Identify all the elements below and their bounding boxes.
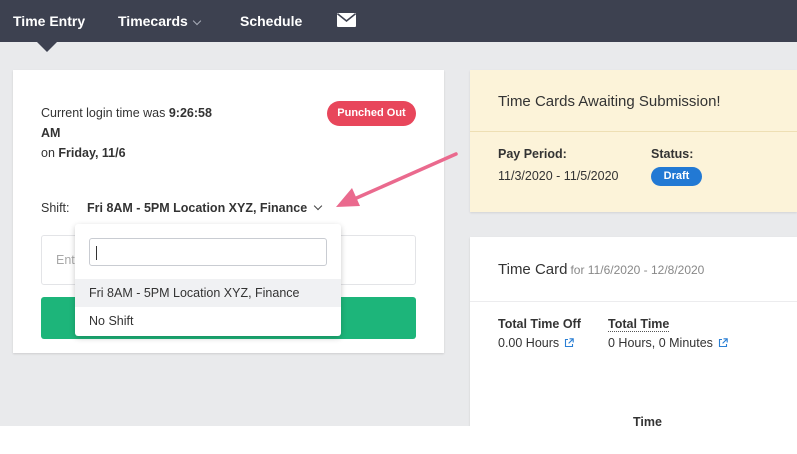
login-on: on xyxy=(41,146,59,160)
pay-period-value: 11/3/2020 - 11/5/2020 xyxy=(498,169,619,183)
dropdown-option[interactable]: No Shift xyxy=(75,307,341,335)
total-time-off-text: 0.00 Hours xyxy=(498,336,560,350)
nav-time-entry-label: Time Entry xyxy=(13,13,86,29)
external-link-icon[interactable] xyxy=(718,338,728,348)
nav-schedule[interactable]: Schedule xyxy=(240,13,302,29)
awaiting-title: Time Cards Awaiting Submission! xyxy=(498,93,721,110)
shift-dropdown: Fri 8AM - 5PM Location XYZ, Finance No S… xyxy=(75,224,341,336)
awaiting-submission-card: Time Cards Awaiting Submission! Pay Peri… xyxy=(470,70,797,212)
total-time-label: Total Time xyxy=(608,317,670,332)
draft-status-badge: Draft xyxy=(651,167,702,186)
pay-period-label: Pay Period: xyxy=(498,147,567,161)
chevron-down-icon xyxy=(313,201,323,211)
nav-active-pointer xyxy=(37,42,57,52)
login-date: Friday, 11/6 xyxy=(58,146,126,160)
time-card: Time Card for 11/6/2020 - 12/8/2020 Total… xyxy=(470,237,797,426)
dropdown-option[interactable]: Fri 8AM - 5PM Location XYZ, Finance xyxy=(75,279,341,307)
nav-time-entry[interactable]: Time Entry xyxy=(13,13,85,29)
chevron-down-icon xyxy=(192,16,202,26)
divider xyxy=(470,131,797,132)
status-label: Status: xyxy=(651,147,694,161)
divider xyxy=(470,301,797,302)
top-nav: Time Entry Timecards Schedule xyxy=(0,0,797,42)
annotation-arrow-icon xyxy=(336,152,458,207)
shift-label: Shift: xyxy=(41,201,70,215)
total-time-off-label: Total Time Off xyxy=(498,317,581,331)
shift-select-value: Fri 8AM - 5PM Location XYZ, Finance xyxy=(87,201,308,215)
total-time-off-value: 0.00 Hours xyxy=(498,336,574,350)
status-badge: Punched Out xyxy=(327,101,416,126)
table-header-time: Time xyxy=(633,415,662,426)
login-time-text: Current login time was 9:26:58 AM on Fri… xyxy=(41,103,231,163)
total-time-value: 0 Hours, 0 Minutes xyxy=(608,336,728,350)
nav-timecards-label: Timecards xyxy=(118,13,188,29)
time-card-title: Time Card for 11/6/2020 - 12/8/2020 xyxy=(498,261,704,278)
nav-schedule-label: Schedule xyxy=(240,13,303,29)
nav-timecards[interactable]: Timecards xyxy=(118,13,202,29)
external-link-icon[interactable] xyxy=(564,338,574,348)
text-caret xyxy=(96,246,97,260)
total-time-text: 0 Hours, 0 Minutes xyxy=(608,336,713,350)
envelope-icon[interactable] xyxy=(337,13,356,27)
time-card-range: for 11/6/2020 - 12/8/2020 xyxy=(570,263,705,277)
login-prefix: Current login time was xyxy=(41,106,169,120)
time-card-title-text: Time Card xyxy=(498,261,568,278)
dropdown-search-input[interactable] xyxy=(89,238,327,266)
app-root: Time Entry Timecards Schedule Current lo… xyxy=(0,0,797,426)
shift-select[interactable]: Fri 8AM - 5PM Location XYZ, Finance xyxy=(87,201,323,215)
